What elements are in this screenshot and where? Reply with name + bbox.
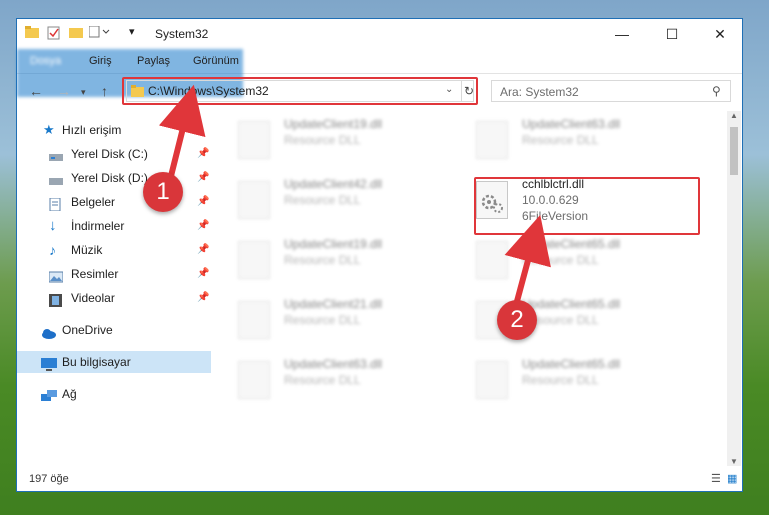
sidebar-item-music[interactable]: ♪ Müzik 📌 [17,239,211,261]
sidebar-item-this-pc[interactable]: Bu bilgisayar [17,351,211,373]
quick-access-dropdown-icon[interactable]: ▾ [129,25,135,38]
sidebar-item-quick-access[interactable]: ★ Hızlı erişim [17,119,211,141]
video-icon [49,292,62,307]
sidebar-item-drive-c[interactable]: Yerel Disk (C:) 📌 [17,143,211,165]
file-explorer-window: ▾ System32 — ☐ ✕ Dosya Giriş Paylaş Görü… [16,18,743,492]
status-item-count: 197 öğe [29,473,69,485]
address-highlight-box [122,77,478,105]
properties-icon[interactable] [47,26,61,43]
tab-view[interactable]: Görünüm [193,49,239,73]
file-item[interactable]: UpdateClient42.dll Resource DLL [222,175,422,223]
download-icon: ↓ [49,217,57,234]
step-badge-2: 2 [497,300,537,340]
close-button[interactable]: ✕ [700,21,740,47]
search-icon[interactable]: ⚲ [712,84,721,98]
recent-locations-icon[interactable]: ▾ [81,87,86,98]
dll-file-icon [238,361,270,399]
file-item[interactable]: UpdateClient63.dll Resource DLL [460,115,660,163]
pin-icon[interactable]: 📌 [197,143,209,165]
scrollbar-thumb[interactable] [730,127,738,175]
file-highlight-box [474,177,700,235]
dll-file-icon [238,301,270,339]
maximize-button[interactable]: ☐ [652,21,692,47]
pin-icon[interactable]: 📌 [197,215,209,237]
large-icons-view-icon[interactable]: ▦ [727,472,737,485]
tab-home[interactable]: Giriş [89,49,112,73]
computer-icon [41,356,57,371]
dll-file-icon [238,241,270,279]
network-icon [41,388,57,401]
dll-file-icon [238,181,270,219]
cloud-icon [41,324,56,339]
vertical-scrollbar[interactable]: ▲ ▼ [727,111,741,466]
drive-icon [49,148,63,161]
file-item[interactable]: UpdateClient65.dll Resource DLL [460,355,660,403]
folder-icon [25,26,39,41]
file-item[interactable]: UpdateClient63.dll Resource DLL [222,355,422,403]
dll-file-icon [476,361,508,399]
pin-icon[interactable]: 📌 [197,167,209,189]
file-item[interactable]: UpdateClient65.dll Resource DLL [460,295,660,343]
file-item[interactable]: UpdateClient65.dll Resource DLL [460,235,660,283]
sidebar-item-downloads[interactable]: ↓ İndirmeler 📌 [17,215,211,237]
back-arrow-icon[interactable]: ← [29,83,43,99]
pin-icon[interactable]: 📌 [197,239,209,261]
tab-share[interactable]: Paylaş [137,49,170,73]
file-item[interactable]: UpdateClient19.dll Resource DLL [222,235,422,283]
dll-file-icon [238,121,270,159]
documents-icon [49,196,62,212]
navigation-pane: ★ Hızlı erişim Yerel Disk (C:) 📌 Yerel D… [17,115,212,465]
up-arrow-icon[interactable]: ↑ [101,83,108,99]
music-icon: ♪ [49,242,56,258]
title-bar: ▾ System32 — ☐ ✕ [17,19,742,49]
dll-file-icon [476,241,508,279]
star-icon: ★ [43,122,55,137]
address-row: ← → ▾ ↑ C:\Windows\System32 ⌄ ↻ Ara: Sys… [17,77,742,107]
ribbon-tabs: Dosya Giriş Paylaş Görünüm [17,49,742,97]
details-view-icon[interactable]: ☰ [711,472,721,485]
pin-icon[interactable]: 📌 [197,287,209,309]
pictures-icon [48,268,64,283]
pin-icon[interactable]: 📌 [197,263,209,285]
file-item[interactable]: UpdateClient21.dll Resource DLL [222,295,422,343]
minimize-button[interactable]: — [602,21,642,47]
dll-file-icon [476,121,508,159]
drive-icon [49,172,63,185]
scroll-up-icon[interactable]: ▲ [730,111,738,120]
sidebar-item-videos[interactable]: Videolar 📌 [17,287,211,309]
sidebar-item-onedrive[interactable]: OneDrive [17,319,211,341]
sidebar-item-pictures[interactable]: Resimler 📌 [17,263,211,285]
new-folder-icon[interactable] [69,26,83,41]
scroll-down-icon[interactable]: ▼ [730,457,738,466]
customize-toolbar-icon[interactable] [88,25,113,41]
search-input[interactable]: Ara: System32 ⚲ [491,80,731,102]
search-placeholder: Ara: System32 [500,85,579,99]
step-badge-1: 1 [143,172,183,212]
forward-arrow-icon[interactable]: → [57,83,71,99]
sidebar-item-network[interactable]: Ağ [17,383,211,405]
file-list: UpdateClient19.dll Resource DLL UpdateCl… [222,111,727,466]
file-item[interactable]: UpdateClient19.dll Resource DLL [222,115,422,163]
pin-icon[interactable]: 📌 [197,191,209,213]
window-title: System32 [155,27,209,41]
